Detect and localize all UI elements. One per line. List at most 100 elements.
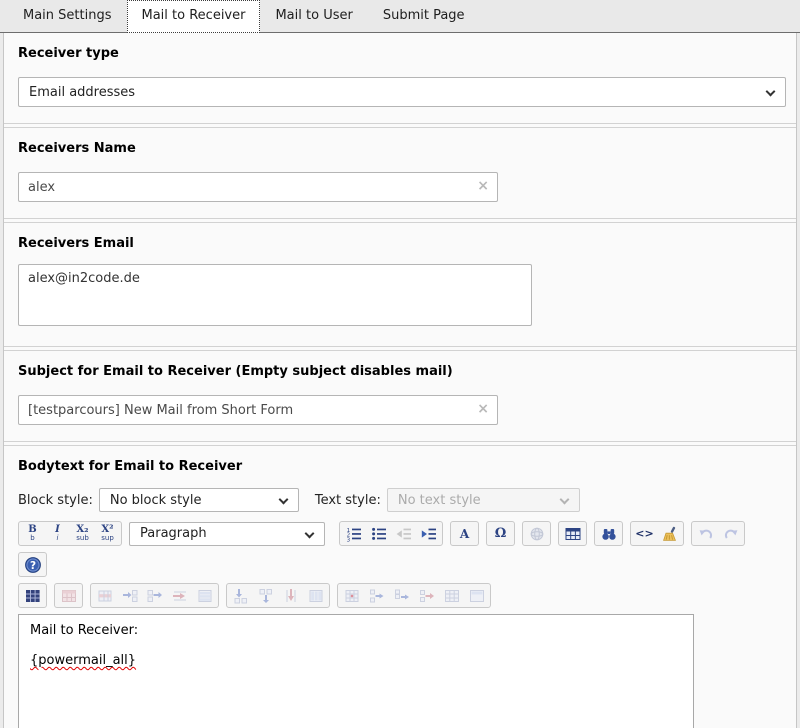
bold-icon: Bb [28,525,36,542]
special-character-button[interactable]: Ω [488,523,513,544]
cell-delete-icon [419,588,435,604]
source-code-icon: <> [635,527,653,540]
section-receivers-email: Receivers Email alex@in2code.de [4,222,796,347]
receiver-type-selected-value: Email addresses [29,85,135,100]
superscript-icon: X²sup [101,525,114,542]
column-split-icon [308,588,324,604]
cell-split-icon [469,588,485,604]
rte-column-ops-group [226,583,330,608]
clear-icon[interactable]: × [477,178,489,194]
italic-icon: Ii [55,525,60,542]
rte-link-group [522,521,551,546]
receiver-type-select[interactable]: Email addresses [18,77,786,107]
receiver-type-label: Receiver type [18,46,782,61]
row-delete-icon [172,588,188,604]
svg-text:?: ? [29,559,35,571]
tab-content-panel: Receiver type Email addresses Receivers … [3,33,797,728]
row-split-button [192,585,217,606]
tab-main-settings[interactable]: Main Settings [8,0,127,32]
cell-insert-before-button [364,585,389,606]
rte-textcolor-group: A [450,521,479,546]
paragraph-format-select[interactable]: Paragraph [129,522,325,546]
toggle-table-borders-button[interactable] [20,585,45,606]
cell-delete-button [414,585,439,606]
row-properties-button [92,585,117,606]
column-delete-icon [283,588,299,604]
find-replace-button[interactable] [596,523,621,544]
chevron-down-icon [305,528,315,538]
column-insert-before-icon [233,588,249,604]
rte-toolbar-row-3 [18,583,782,608]
text-color-icon: A [460,527,469,541]
row-insert-above-icon [122,588,138,604]
ordered-list-button[interactable]: 123 [341,523,366,544]
row-insert-under-button [142,585,167,606]
clear-icon[interactable]: × [477,401,489,417]
link-globe-icon [529,526,545,542]
help-icon: ? [24,556,42,574]
receivers-name-label: Receivers Name [18,141,782,156]
table-properties-button [56,585,81,606]
receivers-name-input[interactable] [18,172,498,202]
insert-table-button[interactable] [560,523,585,544]
rte-text-line: Mail to Receiver: [30,623,682,638]
about-editor-button[interactable]: ? [20,554,45,575]
indent-icon [421,526,437,542]
tab-mail-to-receiver[interactable]: Mail to Receiver [127,0,261,33]
cell-merge-button [439,585,464,606]
receivers-email-label: Receivers Email [18,236,782,251]
form-tab-bar: Main Settings Mail to Receiver Mail to U… [0,0,800,33]
section-receivers-name: Receivers Name × [4,127,796,219]
rte-toolbar-row-1: Bb Ii X₂sub X²sup [18,521,782,546]
subscript-icon: X₂sub [76,525,89,542]
undo-button [693,523,718,544]
row-insert-above-button [117,585,142,606]
section-subject: Subject for Email to Receiver (Empty sub… [4,350,796,442]
italic-button[interactable]: Ii [45,523,70,544]
remove-format-button[interactable] [657,523,682,544]
special-character-icon: Ω [495,526,507,541]
indent-button[interactable] [416,523,441,544]
unordered-list-icon [371,526,387,542]
outdent-icon [396,526,412,542]
chevron-down-icon [766,87,776,97]
broom-icon [662,526,678,542]
view-source-button[interactable]: <> [632,523,657,544]
tab-mail-to-user[interactable]: Mail to User [260,0,367,32]
tab-submit-page[interactable]: Submit Page [368,0,480,32]
redo-icon [723,526,739,542]
block-style-value: No block style [110,493,202,508]
subject-label: Subject for Email to Receiver (Empty sub… [18,364,782,379]
cell-merge-icon [444,588,460,604]
rte-specialchar-group: Ω [486,521,515,546]
rte-source-clean-group: <> [630,521,684,546]
text-color-button[interactable]: A [452,523,477,544]
unordered-list-button[interactable] [366,523,391,544]
subscript-button[interactable]: X₂sub [70,523,95,544]
rte-tableprops-group [54,583,83,608]
column-split-button [303,585,328,606]
column-insert-before-button [228,585,253,606]
cell-split-button [464,585,489,606]
row-delete-button [167,585,192,606]
block-style-select[interactable]: No block style [99,488,299,512]
bold-button[interactable]: Bb [20,523,45,544]
undo-icon [698,526,714,542]
ordered-list-icon: 123 [346,526,362,542]
cell-properties-icon [344,588,360,604]
rte-editing-area[interactable]: Mail to Receiver: {powermail_all} [18,614,694,728]
subject-input[interactable] [18,395,498,425]
column-delete-button [278,585,303,606]
bodytext-label: Bodytext for Email to Receiver [18,459,782,474]
receivers-email-textarea[interactable]: alex@in2code.de [18,264,532,326]
text-style-value: No text style [398,493,481,508]
rte-table-group [558,521,587,546]
superscript-button[interactable]: X²sup [95,523,120,544]
rte-list-group: 123 [339,521,443,546]
text-style-select: No text style [387,488,580,512]
cell-insert-after-button [389,585,414,606]
insert-link-button [524,523,549,544]
paragraph-format-value: Paragraph [140,526,207,541]
binoculars-icon [601,526,617,542]
cell-insert-before-icon [369,588,385,604]
